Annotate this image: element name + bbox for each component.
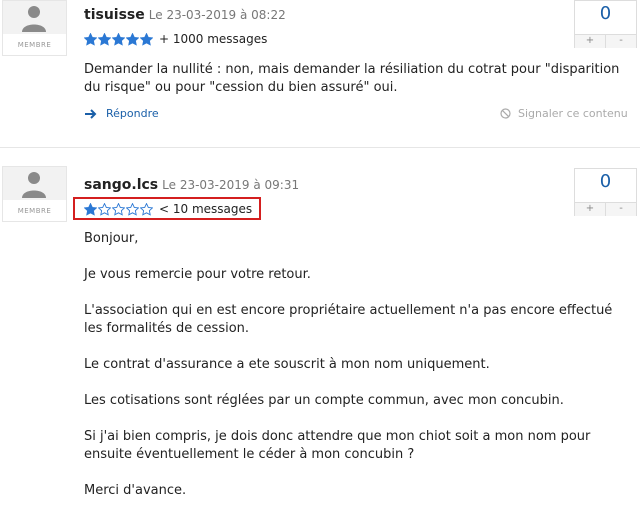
vote-count: 0 — [599, 3, 612, 24]
star-icon — [140, 32, 153, 46]
post-author: tisuisse Le 23-03-2019 à 08:22 — [84, 7, 286, 23]
prohibited-icon — [500, 108, 511, 119]
post-paragraph: L'association qui en est encore propriét… — [84, 303, 613, 336]
vote-down-button[interactable]: - — [605, 203, 636, 216]
post-date: Le 23-03-2019 à 09:31 — [162, 178, 300, 192]
post-sango-lcs: MEMBRE sango.lcs Le 23-03-2019 à 09:31 < … — [0, 163, 640, 517]
star-icon — [112, 32, 125, 46]
avatar[interactable]: MEMBRE — [2, 0, 67, 56]
post-paragraph: Les cotisations sont réglées par un comp… — [84, 393, 564, 408]
vote-box: 0 + - — [574, 168, 637, 216]
star-icon — [98, 32, 111, 46]
report-button[interactable]: Signaler ce contenu — [500, 107, 628, 120]
star-rating — [84, 32, 153, 46]
post-paragraph: Je vous remercie pour votre retour. — [84, 267, 311, 282]
reply-label: Répondre — [106, 107, 159, 120]
post-actions: Répondre Signaler ce contenu — [84, 107, 640, 123]
vote-up-button[interactable]: + — [575, 35, 605, 48]
role-label: MEMBRE — [17, 207, 52, 215]
role-label: MEMBRE — [17, 41, 52, 49]
rating-highlight-box — [73, 197, 261, 220]
vote-down-button[interactable]: - — [605, 35, 636, 48]
vote-box: 0 + - — [574, 0, 637, 48]
vote-up-button[interactable]: + — [575, 203, 605, 216]
reply-arrow-icon — [85, 108, 97, 119]
reply-button[interactable]: Répondre — [84, 107, 159, 120]
avatar[interactable]: MEMBRE — [2, 166, 67, 222]
star-icon — [84, 32, 97, 46]
report-label: Signaler ce contenu — [518, 107, 628, 120]
post-paragraph: Bonjour, — [84, 231, 139, 246]
post-date: Le 23-03-2019 à 08:22 — [148, 8, 286, 22]
message-count: + 1000 messages — [159, 32, 268, 46]
author-name[interactable]: tisuisse — [84, 7, 145, 23]
post-tisuisse: MEMBRE tisuisse Le 23-03-2019 à 08:22 + 1… — [0, 0, 640, 140]
post-paragraph: Merci d'avance. — [84, 483, 187, 498]
vote-count: 0 — [599, 171, 612, 192]
member-rating: + 1000 messages — [84, 30, 267, 48]
post-paragraph: Le contrat d'assurance a ete souscrit à … — [84, 357, 490, 372]
post-divider — [0, 147, 640, 148]
post-author: sango.lcs Le 23-03-2019 à 09:31 — [84, 177, 299, 193]
user-silhouette-icon — [3, 167, 66, 200]
post-paragraph: Si j'ai bien compris, je dois donc atten… — [84, 429, 591, 462]
post-body: Bonjour, Je vous remercie pour votre ret… — [84, 230, 624, 518]
author-name[interactable]: sango.lcs — [84, 177, 158, 193]
post-paragraph: Demander la nullité : non, mais demander… — [84, 62, 620, 95]
star-icon — [126, 32, 139, 46]
user-silhouette-icon — [3, 1, 66, 34]
